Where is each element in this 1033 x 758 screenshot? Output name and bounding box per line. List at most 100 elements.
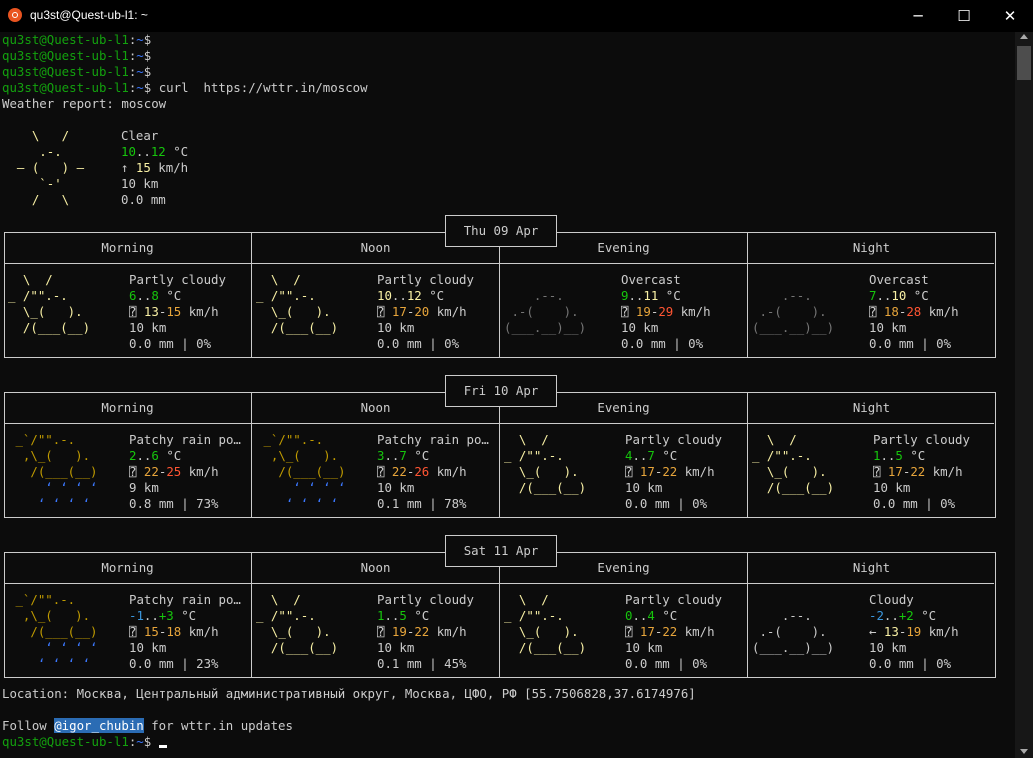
period-visibility: 10 km	[869, 320, 907, 335]
wind-high: 28	[906, 304, 922, 319]
prompt-symbol: $	[143, 48, 152, 63]
scroll-down-icon[interactable]	[1020, 749, 1028, 754]
weather-art: _ /"".-.	[8, 288, 83, 303]
sun-art: \ /	[2, 128, 99, 143]
prompt-user: qu3st@Quest-ub-l1	[2, 64, 129, 79]
temp-high: 7	[647, 448, 655, 463]
wind-unit: km/h	[925, 464, 963, 479]
wind-high: 22	[910, 464, 926, 479]
wind-unit: km/h	[921, 624, 959, 639]
scroll-up-icon[interactable]	[1020, 34, 1028, 39]
scrollbar[interactable]	[1015, 32, 1033, 758]
period-temp: 6..8 °C	[129, 288, 181, 304]
period-visibility: 10 km	[377, 640, 415, 655]
day-header: Thu 09 Apr	[445, 215, 557, 247]
period-condition: Partly cloudy	[625, 432, 722, 447]
period-wind: ⍰ 22-25 km/h	[129, 464, 219, 480]
period-temp: 2..6 °C	[129, 448, 181, 464]
period-precip: 0.0 mm | 0%	[625, 496, 708, 511]
temp-unit: °C	[654, 608, 678, 623]
weather-art: /(___(__)	[504, 640, 594, 655]
period-visibility: 10 km	[621, 320, 659, 335]
wind-low: 17	[639, 624, 655, 639]
column-header-morning: Morning	[101, 400, 154, 415]
wind-direction-icon: ⍰	[129, 624, 144, 639]
period-condition: Partly cloudy	[377, 592, 474, 607]
prompt-user: qu3st@Quest-ub-l1	[2, 80, 129, 95]
temp-unit: °C	[906, 288, 929, 303]
weather-art: .-( ).	[752, 624, 842, 639]
prompt-line: qu3st@Quest-ub-l1:~$	[2, 32, 151, 48]
temp-sep: ..	[135, 144, 151, 159]
temp-sep: ..	[136, 448, 152, 463]
terminal-output[interactable]: qu3st@Quest-ub-l1:~$ qu3st@Quest-ub-l1:~$…	[2, 32, 1012, 758]
wind-high: 18	[166, 624, 182, 639]
period-visibility: 10 km	[377, 480, 415, 495]
period-precip: 0.1 mm | 78%	[377, 496, 467, 511]
period-wind: ⍰ 17-22 km/h	[625, 624, 715, 640]
weather-art: /(___(__)	[8, 320, 98, 335]
temp-unit: °C	[658, 288, 681, 303]
minimize-button[interactable]: ─	[895, 0, 941, 32]
command-line: qu3st@Quest-ub-l1:~$ curl https://wttr.i…	[2, 80, 368, 96]
temp-high: +3	[158, 608, 174, 623]
period-visibility: 10 km	[377, 320, 415, 335]
temp-sep: ..	[628, 288, 644, 303]
wind-high: 25	[166, 464, 182, 479]
weather-art: _`/"".-.	[256, 432, 339, 447]
wind-low: 18	[883, 304, 899, 319]
period-temp: 4..7 °C	[625, 448, 677, 464]
prompt-line: qu3st@Quest-ub-l1:~$	[2, 64, 151, 80]
weather-art: _`/"".-.	[8, 432, 91, 447]
period-temp: 3..7 °C	[377, 448, 429, 464]
wind-unit: km/h	[181, 624, 219, 639]
period-temp: 1..5 °C	[873, 448, 925, 464]
cursor[interactable]	[158, 745, 167, 748]
temp-unit: °C	[158, 448, 182, 463]
wind-low: 19	[391, 624, 407, 639]
prompt-user: qu3st@Quest-ub-l1	[2, 32, 129, 47]
title-bar: qu3st@Quest-ub-l1: ~ ─ ☐ ✕	[0, 0, 1033, 32]
column-header-night: Night	[852, 240, 891, 255]
wind-unit: km/h	[673, 304, 711, 319]
location-line: Location: Москва, Центральный администра…	[2, 686, 696, 701]
temp-sep: ..	[143, 608, 159, 623]
temp-sep: ..	[136, 288, 152, 303]
prompt-user: qu3st@Quest-ub-l1	[2, 734, 129, 749]
maximize-button[interactable]: ☐	[941, 0, 987, 32]
period-condition: Patchy rain po…	[129, 432, 241, 447]
column-header-night: Night	[852, 560, 891, 575]
weather-art: \_( ).	[504, 464, 587, 479]
weather-art: \_( ).	[256, 624, 339, 639]
period-visibility: 10 km	[625, 480, 663, 495]
close-button[interactable]: ✕	[987, 0, 1033, 32]
period-visibility: 10 km	[869, 640, 907, 655]
period-temp: 9..11 °C	[621, 288, 681, 304]
wind-unit: km/h	[181, 464, 219, 479]
wind-high: 22	[662, 464, 678, 479]
wind-unit: km/h	[181, 304, 219, 319]
period-condition: Cloudy	[869, 592, 914, 607]
follow-handle-link[interactable]: @igor_chubin	[54, 718, 144, 733]
weather-art: ʻ ʻ ʻ ʻ	[8, 496, 105, 511]
follow-prefix: Follow	[2, 718, 55, 733]
report-title: Weather report: moscow	[2, 96, 167, 111]
weather-art: ʻ ʻ ʻ ʻ	[8, 656, 105, 671]
wind-unit: km/h	[429, 304, 467, 319]
weather-art: /(___(__)	[256, 640, 346, 655]
follow-suffix: for wttr.in updates	[143, 718, 293, 733]
day-header: Fri 10 Apr	[445, 375, 557, 407]
temp-high: 4	[647, 608, 655, 623]
scrollbar-thumb[interactable]	[1017, 46, 1031, 80]
period-precip: 0.1 mm | 45%	[377, 656, 467, 671]
wind-high: 22	[662, 624, 678, 639]
wind-high: 29	[658, 304, 674, 319]
wind-direction-icon: ⍰	[869, 304, 884, 319]
sun-art: ― ( ) ―	[2, 160, 99, 175]
temp-unit: °C	[654, 448, 678, 463]
period-precip: 0.0 mm | 0%	[625, 656, 708, 671]
period-visibility: 10 km	[873, 480, 911, 495]
period-visibility: 10 km	[129, 320, 167, 335]
temp-high: 5	[399, 608, 407, 623]
